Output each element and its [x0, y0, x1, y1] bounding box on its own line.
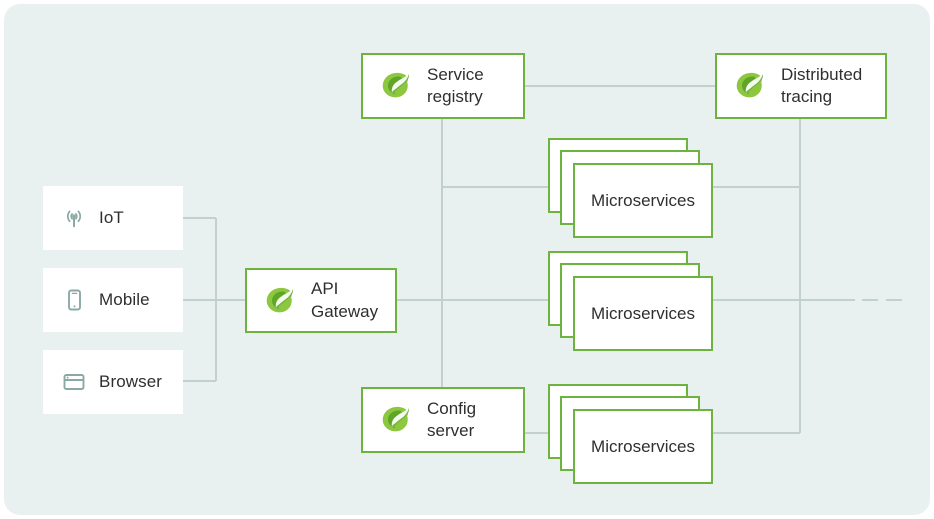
- config-server-label-line2: server: [427, 421, 475, 440]
- client-box-mobile[interactable]: Mobile: [43, 268, 183, 332]
- spring-leaf-icon: [377, 67, 415, 105]
- microservices-stack-middle[interactable]: Microservices: [548, 251, 713, 351]
- api-gateway-label-line2: Gateway: [311, 301, 379, 321]
- client-box-iot[interactable]: IoT: [43, 186, 183, 250]
- client-label-browser: Browser: [99, 372, 163, 391]
- service-registry-label-line1: Service: [427, 64, 484, 84]
- browser-window-icon: [59, 367, 89, 397]
- service-registry-label-line2: registry: [427, 87, 483, 106]
- config-server-box[interactable]: Config server: [361, 387, 525, 453]
- microservices-stack-top[interactable]: Microservices: [548, 138, 713, 238]
- client-label-mobile: Mobile: [99, 290, 150, 309]
- distributed-tracing-label: Distributed tracing: [781, 64, 862, 109]
- spring-leaf-icon: [377, 401, 415, 439]
- distributed-tracing-label-line2: tracing: [781, 87, 833, 106]
- api-gateway-label-line1: API: [311, 279, 339, 299]
- microservices-card-front[interactable]: Microservices: [573, 409, 713, 484]
- smartphone-icon: [59, 285, 89, 315]
- client-box-browser[interactable]: Browser: [43, 350, 183, 414]
- spring-leaf-icon: [731, 67, 769, 105]
- microservices-label: Microservices: [591, 303, 695, 323]
- distributed-tracing-label-line1: Distributed: [781, 64, 863, 84]
- microservices-card-front[interactable]: Microservices: [573, 276, 713, 351]
- service-registry-label: Service registry: [427, 64, 484, 109]
- antenna-signal-icon: [59, 203, 89, 233]
- api-gateway-label: API Gateway: [311, 278, 378, 323]
- microservices-label: Microservices: [591, 436, 695, 456]
- service-registry-box[interactable]: Service registry: [361, 53, 525, 119]
- microservices-label: Microservices: [591, 190, 695, 210]
- config-server-label-line1: Config: [427, 398, 477, 418]
- spring-leaf-icon: [261, 282, 299, 320]
- config-server-label: Config server: [427, 398, 476, 443]
- diagram-canvas: IoT Mobile Browser API Gateway Service r…: [0, 0, 934, 519]
- distributed-tracing-box[interactable]: Distributed tracing: [715, 53, 887, 119]
- api-gateway-box[interactable]: API Gateway: [245, 268, 397, 333]
- client-label-iot: IoT: [99, 208, 124, 227]
- microservices-card-front[interactable]: Microservices: [573, 163, 713, 238]
- microservices-stack-bottom[interactable]: Microservices: [548, 384, 713, 484]
